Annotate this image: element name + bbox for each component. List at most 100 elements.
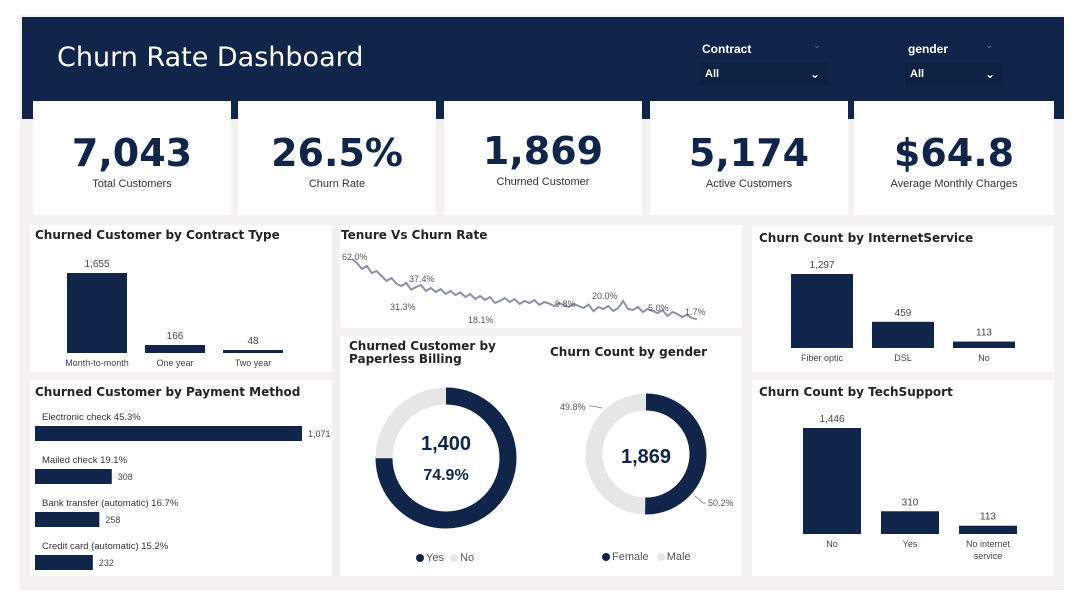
donut-center-value: 1,869 [621,446,671,468]
data-label: 258 [105,515,120,525]
kpi-label: Active Customers [705,178,793,190]
bar [803,428,861,534]
kpi-card-active-customers: 5,174 Active Customers [650,101,848,215]
category-label: Electronic check 45.3% [42,412,141,423]
bar [67,273,127,353]
legend-label: Yes [426,552,444,564]
axis-tick-label: Month-to-month [65,358,129,368]
paperless-legend: Yes No [416,552,474,564]
data-label: 1,446 [819,414,844,425]
data-label: 31.3% [390,302,416,312]
slicer-gender-label: gender [908,42,949,56]
legend-dot-yes [416,554,424,562]
kpi-card-avg-monthly-charges: $64.8 Average Monthly Charges [854,101,1054,215]
data-label: 62.0% [342,252,368,262]
data-label: 310 [902,497,919,508]
category-label: Mailed check 19.1% [42,455,128,466]
kpi-label: Churned Customer [496,176,590,188]
kpi-label: Churn Rate [308,178,366,190]
page-title: Churn Rate Dashboard [57,42,364,73]
chart-tech-support[interactable]: Churn Count by TechSupport 1,446 No 310 Yes… [752,380,1054,576]
bar [145,344,205,353]
data-label: 20.0% [592,291,618,301]
kpi-value: 1,869 [482,129,604,173]
bar [35,555,93,570]
data-label: 113 [976,328,992,339]
legend-label: Male [666,551,691,563]
bar [953,341,1015,348]
data-label: 9.8% [555,299,576,309]
data-label: 166 [167,331,184,342]
data-label: 1,655 [84,259,109,270]
kpi-label: Total Customers [92,178,172,190]
internet-bar-chart: 1,297 Fiber optic 459 DSL 113 No [791,260,1015,363]
data-label: 113 [980,512,996,523]
bar [872,321,934,348]
donut-center-percent: 74.9% [423,467,468,484]
kpi-value: $64.8 [893,131,1015,175]
data-label: 37.4% [409,274,435,284]
tenure-line-chart: 62.0% 37.4% 31.3% 18.1% 9.8% 20.0% 5.0% 1.7% [342,252,706,325]
bar [791,274,853,348]
paperless-donut-chart: 1,400 74.9% 1,869 50.2% 49.8% [375,387,734,529]
axis-tick-label: Fiber optic [801,353,844,363]
legend-label: Female [612,551,649,563]
techsupport-bar-chart: 1,446 No 310 Yes 113 No internet service [803,414,1017,561]
axis-tick-label: No [978,353,990,363]
chart-tenure-churn[interactable]: Tenure Vs Churn Rate 62.0% 37.4% 31.3% 18.1… [340,225,742,328]
contract-selected-value: All [705,68,720,80]
axis-tick-label: No [826,539,838,549]
legend-dot-female [602,553,610,561]
chevron-down-icon[interactable]: ⌄ [985,40,993,51]
data-label: 1,071 [308,429,331,439]
payment-bar-chart: Electronic check 45.3% 1,071 Mailed check … [35,412,331,570]
donut-center-value: 1,400 [421,433,471,455]
bar [881,511,939,534]
kpi-card-churned-customer: 1,869 Churned Customer [444,101,642,215]
chart-paperless-gender-panel[interactable]: Churned Customer by Paperless Billing Ch… [340,336,742,576]
chart-payment-method[interactable]: Churned Customer by Payment Method Elect… [30,380,332,576]
kpi-value: 5,174 [688,131,810,175]
bar [959,525,1017,534]
category-label: Credit card (automatic) 15.2% [42,541,169,552]
legend-dot-male [656,553,665,561]
data-label: 18.1% [468,315,494,325]
chart-internet-service[interactable]: Churn Count by InternetService 1,297 Fibe… [752,226,1054,372]
kpi-card-total-customers: 7,043 Total Customers [33,101,231,215]
kpi-card-churn-rate: 26.5% Churn Rate [238,101,436,215]
bar [35,426,302,441]
category-label: Bank transfer (automatic) 16.7% [42,498,179,509]
chevron-down-icon[interactable]: ⌄ [813,40,821,51]
data-label: 48 [247,336,259,347]
legend-dot-no [450,554,459,562]
bar [35,512,100,527]
data-label: 1,297 [809,260,834,271]
gender-legend: Female Male [602,551,691,563]
data-label: 308 [118,472,133,482]
axis-tick-label: One year [156,358,193,368]
data-label: 50.2% [708,498,734,508]
chart-contract-type[interactable]: Churned Customer by Contract Type 1,655 M… [30,225,332,372]
contract-bar-chart: 1,655 Month-to-month 166 One year 48 Two year [65,259,283,368]
legend-label: No [460,552,475,564]
chevron-down-icon: ⌄ [809,67,820,81]
bar [223,350,283,353]
data-label: 49.8% [560,402,586,412]
gender-selected-value: All [910,68,925,80]
axis-tick-label: DSL [894,353,912,363]
bar [35,469,112,484]
gender-dropdown[interactable]: All ⌄ [905,63,1003,85]
axis-tick-label: No internet [966,539,1011,549]
slicer-contract-label: Contract [702,42,752,56]
leader-line [589,405,603,409]
chevron-down-icon: ⌄ [984,67,995,81]
axis-tick-label: service [974,551,1003,561]
kpi-value: 26.5% [271,131,403,175]
axis-tick-label: Yes [903,539,918,549]
contract-dropdown[interactable]: All ⌄ [700,63,828,85]
data-label: 232 [99,558,114,568]
kpi-label: Average Monthly Charges [890,178,1018,190]
data-label: 459 [895,308,912,319]
data-label: 1.7% [685,307,706,317]
axis-tick-label: Two year [235,358,272,368]
